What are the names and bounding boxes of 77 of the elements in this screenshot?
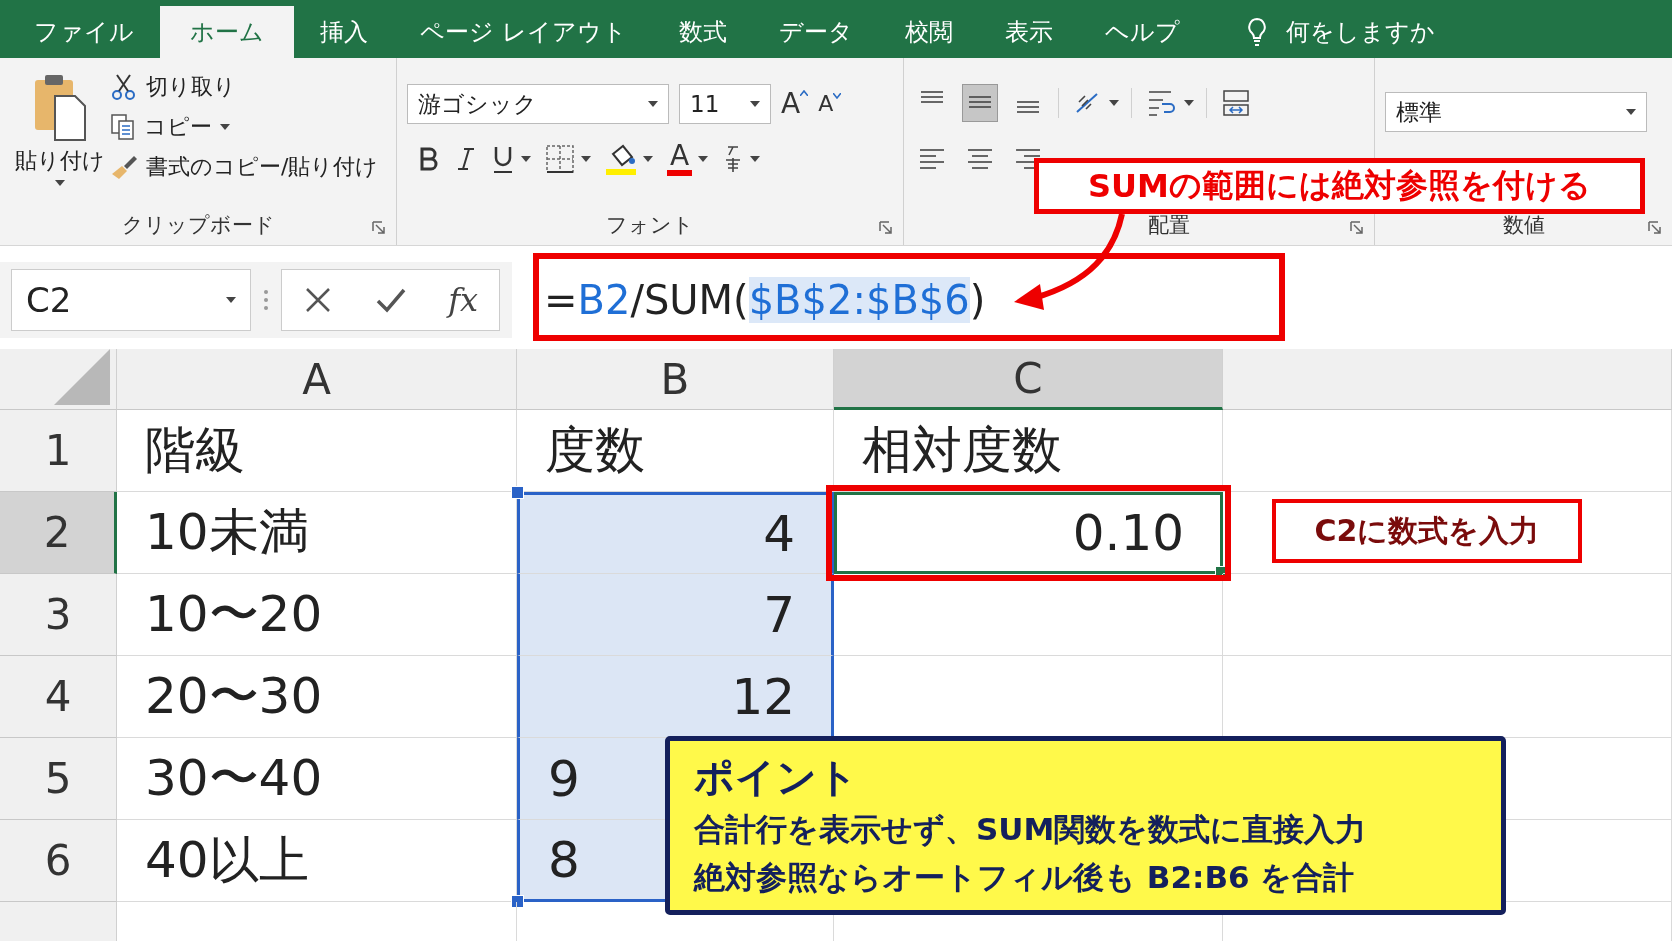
dialog-launcher-icon[interactable] (879, 221, 893, 235)
wrap-text-icon[interactable] (1146, 88, 1178, 118)
column-header[interactable]: B (517, 349, 834, 410)
dialog-launcher-icon[interactable] (1350, 221, 1364, 235)
name-box[interactable]: C2 (11, 269, 251, 331)
dialog-launcher-icon[interactable] (372, 221, 386, 235)
caret-icon[interactable] (55, 180, 65, 186)
font-size-dropdown[interactable]: 11 (679, 84, 771, 124)
caret-icon[interactable] (1626, 109, 1636, 115)
copy-icon (110, 113, 136, 141)
dialog-launcher-icon[interactable] (1648, 221, 1662, 235)
group-label: 数値 (1502, 212, 1545, 239)
column-header[interactable]: A (117, 349, 517, 410)
row-header[interactable]: 5 (0, 738, 117, 820)
table-cell: 7 (517, 574, 834, 656)
up-caret-icon (800, 90, 809, 96)
row-header[interactable]: 3 (0, 574, 117, 656)
italic-icon[interactable] (455, 145, 477, 173)
caret-icon[interactable] (643, 156, 653, 162)
group-label: クリップボード (121, 212, 275, 239)
decrease-font-size-button[interactable]: A (818, 93, 842, 115)
callout-tooltip: SUMの範囲には絶対参照を付ける (1034, 158, 1645, 214)
caret-icon[interactable] (750, 101, 760, 107)
group-label: フォント (606, 212, 694, 239)
caret-icon[interactable] (581, 156, 591, 162)
paintbrush-icon (110, 154, 138, 180)
fill-handle[interactable] (1215, 566, 1226, 577)
caret-icon[interactable] (1184, 100, 1194, 106)
underline-icon[interactable] (491, 144, 515, 174)
ribbon-tab[interactable]: 表示 (978, 6, 1079, 58)
ribbon-tab[interactable]: 校閲 (878, 6, 979, 58)
cut-button[interactable]: 切り取り (110, 72, 379, 102)
ribbon-tab[interactable]: データ (752, 6, 879, 58)
grip-icon (263, 288, 269, 312)
row-header[interactable]: 4 (0, 656, 117, 738)
insert-function-button[interactable]: fx (448, 281, 479, 319)
row-header[interactable]: 2 (0, 492, 117, 574)
table-cell: 相対度数 (834, 410, 1223, 492)
callout-label: C2に数式を入力 (1272, 499, 1582, 563)
lightbulb-icon (1245, 17, 1268, 47)
column-header[interactable]: C (834, 349, 1223, 410)
caret-icon[interactable] (521, 156, 531, 162)
format-painter-button[interactable]: 書式のコピー/貼り付け (110, 152, 379, 182)
tell-me-search[interactable]: 何をしますか (1245, 6, 1435, 58)
fill-color-icon[interactable] (605, 142, 637, 176)
table-cell: 階級 (117, 410, 517, 492)
font-color-button[interactable]: A (667, 142, 693, 176)
caret-icon[interactable] (220, 124, 230, 130)
paste-button[interactable]: 貼り付け (10, 66, 110, 205)
merge-cells-icon[interactable] (1221, 88, 1251, 118)
borders-icon[interactable] (545, 144, 575, 174)
caret-icon[interactable] (1109, 100, 1119, 106)
selection-handle[interactable] (511, 486, 524, 499)
ribbon-tab[interactable]: ヘルプ (1078, 6, 1206, 58)
table-cell: 12 (517, 656, 834, 738)
ribbon-tab[interactable]: ページ レイアウト (394, 6, 653, 58)
selection-handle[interactable] (511, 895, 524, 908)
row-header[interactable]: 6 (0, 820, 117, 902)
caret-icon[interactable] (698, 156, 709, 162)
number-format-dropdown[interactable]: 標準 (1385, 92, 1647, 132)
formula-field[interactable]: =B2/SUM($B$2:$B$6) (512, 262, 1672, 338)
copy-button[interactable]: コピー (110, 112, 379, 142)
scissors-icon (110, 73, 138, 101)
align-middle-icon[interactable] (962, 84, 998, 122)
ribbon-tab[interactable]: ファイル (8, 6, 160, 58)
font-name-dropdown[interactable]: 游ゴシック (407, 84, 669, 124)
ribbon-tab[interactable]: ホーム (160, 6, 294, 58)
increase-font-size-button[interactable]: A (781, 90, 809, 118)
caret-icon[interactable] (226, 297, 236, 303)
row-header[interactable]: 1 (0, 410, 117, 492)
caret-icon[interactable] (648, 101, 658, 107)
table-cell: 0.10 (834, 492, 1223, 574)
down-caret-icon (833, 93, 842, 99)
ribbon-tab[interactable]: 数式 (652, 6, 753, 58)
group-label: 配置 (1148, 212, 1190, 239)
ribbon-tab[interactable]: 挿入 (294, 6, 394, 58)
caret-icon[interactable] (750, 156, 761, 162)
